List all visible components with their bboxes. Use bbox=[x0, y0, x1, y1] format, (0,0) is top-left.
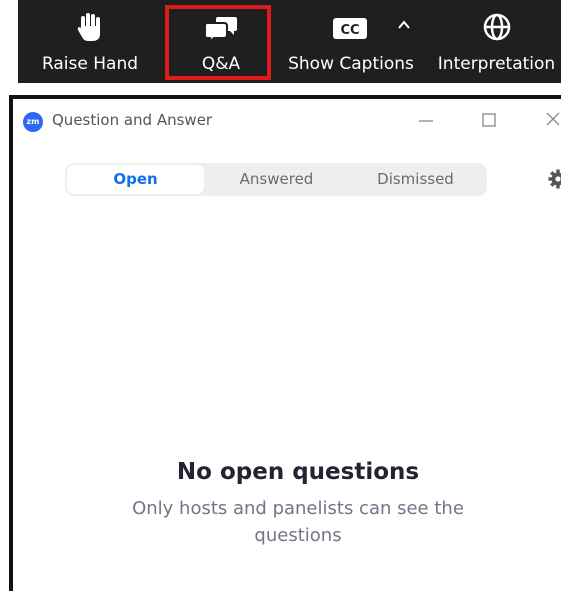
cc-icon: CC bbox=[333, 18, 368, 39]
meeting-toolbar: Raise Hand Q&A CC Show Captions Interpre… bbox=[18, 0, 561, 83]
qa-label: Q&A bbox=[201, 54, 241, 74]
raise-hand-label: Raise Hand bbox=[41, 54, 139, 74]
zoom-app-icon: zm bbox=[23, 112, 43, 132]
minimize-icon[interactable] bbox=[409, 107, 443, 133]
chevron-up-icon[interactable] bbox=[397, 18, 411, 32]
raise-hand-icon bbox=[77, 13, 100, 41]
interpretation-button[interactable]: Interpretation bbox=[432, 0, 561, 83]
question-and-answer-window: zm Question and Answer Open Answered Dis… bbox=[9, 95, 561, 591]
screenshot-root: Raise Hand Q&A CC Show Captions Interpre… bbox=[0, 0, 561, 591]
gear-icon[interactable] bbox=[548, 169, 561, 189]
raise-hand-button[interactable]: Raise Hand bbox=[32, 0, 148, 83]
tab-answered[interactable]: Answered bbox=[208, 163, 345, 196]
tab-open[interactable]: Open bbox=[67, 165, 204, 194]
qa-tab-bar: Open Answered Dismissed bbox=[65, 163, 487, 196]
maximize-icon[interactable] bbox=[472, 107, 506, 133]
globe-icon bbox=[483, 13, 510, 41]
show-captions-button[interactable]: CC Show Captions bbox=[280, 0, 422, 83]
qa-button[interactable]: Q&A bbox=[166, 0, 276, 83]
window-title: Question and Answer bbox=[52, 111, 213, 129]
interpretation-label: Interpretation bbox=[437, 54, 556, 74]
window-titlebar: zm Question and Answer bbox=[13, 99, 561, 141]
empty-state-subtitle: Only hosts and panelists can see the que… bbox=[132, 498, 464, 546]
qa-chat-bubbles-icon bbox=[204, 17, 237, 44]
tab-dismissed[interactable]: Dismissed bbox=[347, 163, 484, 196]
cc-badge-text: CC bbox=[341, 23, 360, 38]
show-captions-label: Show Captions bbox=[288, 54, 414, 74]
empty-state-title: No open questions bbox=[176, 459, 420, 485]
close-icon[interactable] bbox=[537, 107, 561, 133]
